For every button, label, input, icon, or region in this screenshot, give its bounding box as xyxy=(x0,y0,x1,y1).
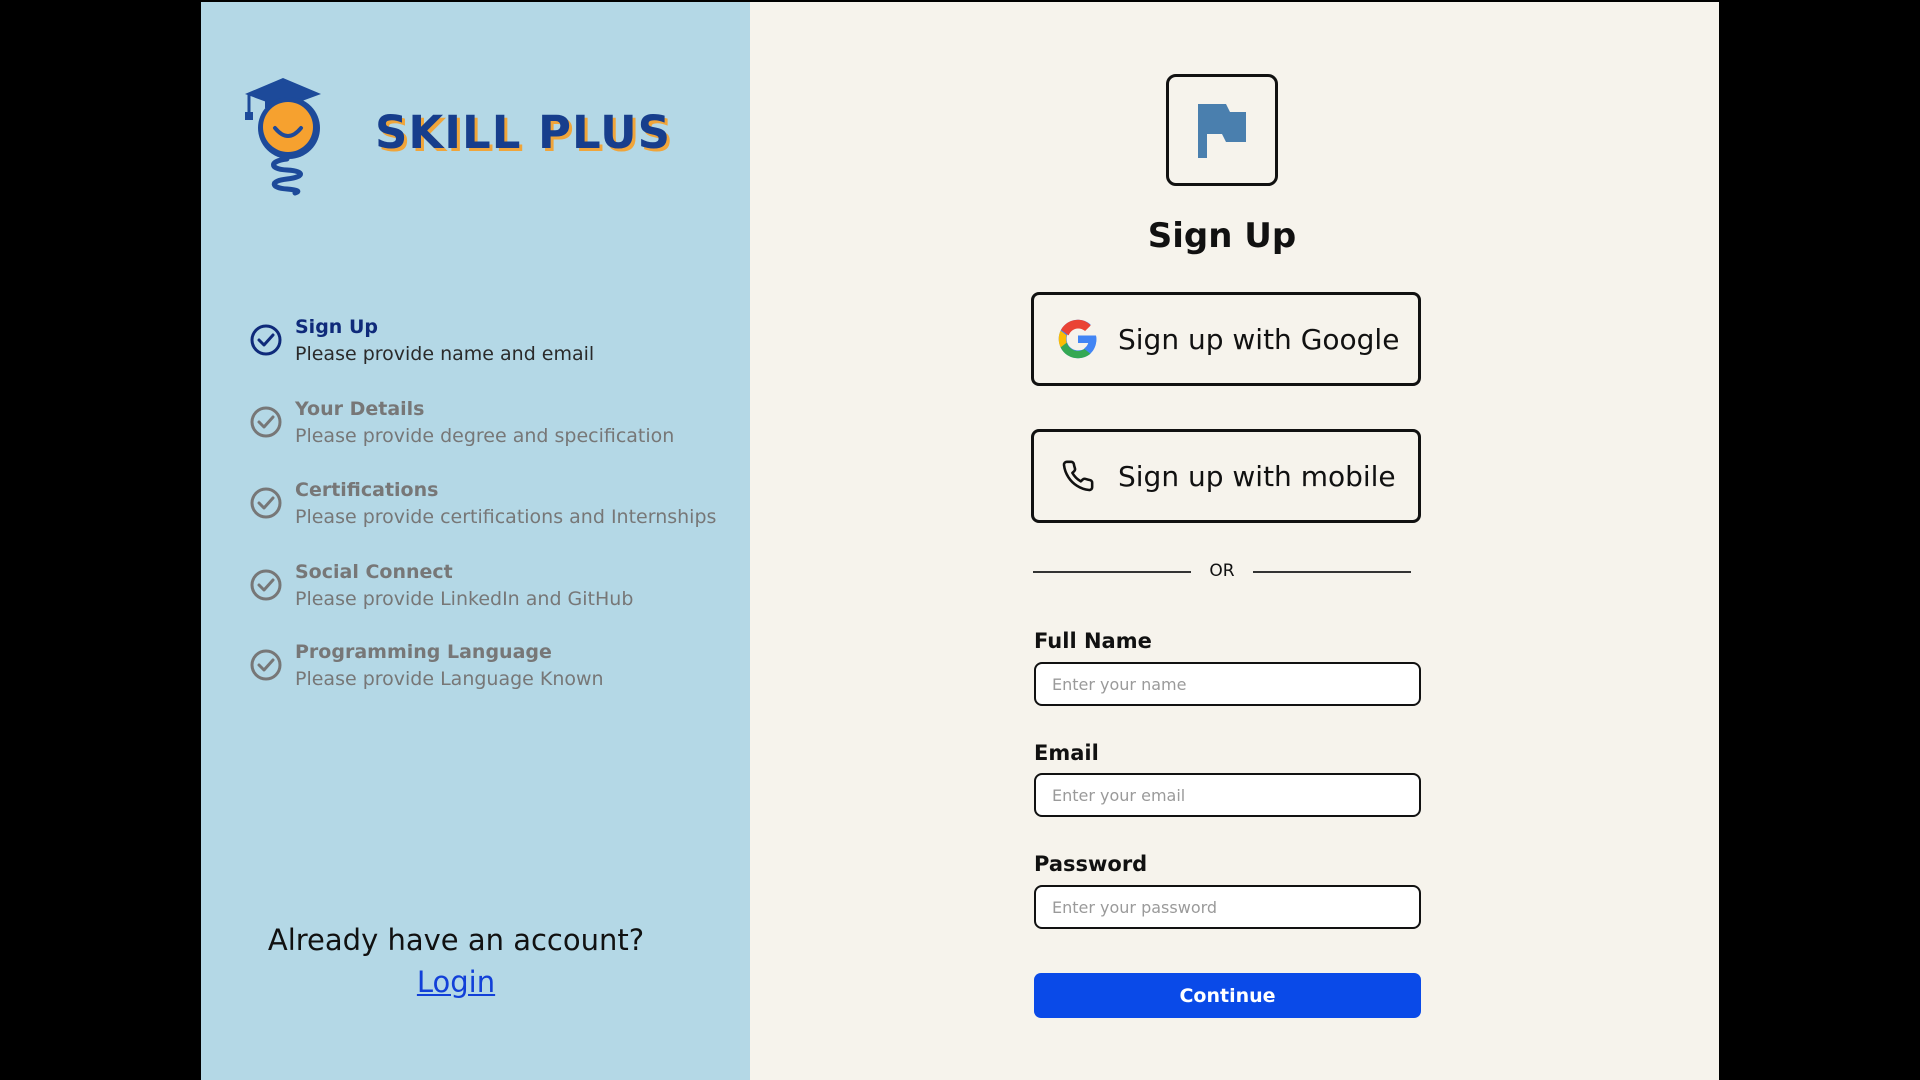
step-title: Programming Language xyxy=(295,641,552,663)
google-signup-button[interactable]: Sign up with Google xyxy=(1031,292,1421,386)
continue-button[interactable]: Continue xyxy=(1034,973,1421,1018)
account-prompt: Already have an account? xyxy=(267,923,645,957)
divider-line xyxy=(1253,571,1411,573)
step-subtitle: Please provide LinkedIn and GitHub xyxy=(295,588,634,610)
or-divider: OR xyxy=(1033,559,1411,585)
step-subtitle: Please provide degree and specification xyxy=(295,425,675,447)
password-label: Password xyxy=(1034,852,1148,876)
check-circle-icon xyxy=(250,487,282,519)
email-label: Email xyxy=(1034,741,1099,765)
email-input[interactable] xyxy=(1034,773,1421,817)
onboarding-sidebar: SKILL PLUS Sign Up Please provide name a… xyxy=(201,2,750,1080)
password-input[interactable] xyxy=(1034,885,1421,929)
step-title: Social Connect xyxy=(295,561,453,583)
page-title: Sign Up xyxy=(1147,216,1297,256)
flag-badge xyxy=(1166,74,1278,186)
step-title: Sign Up xyxy=(295,316,378,338)
brand-name: SKILL PLUS xyxy=(375,106,672,159)
login-link[interactable]: Login xyxy=(201,965,711,999)
flag-icon xyxy=(1198,104,1246,158)
mobile-signup-button[interactable]: Sign up with mobile xyxy=(1031,429,1421,523)
check-circle-icon xyxy=(250,324,282,356)
step-subtitle: Please provide name and email xyxy=(295,343,595,365)
signup-form-panel: Sign Up Sign up with Google Sign up with xyxy=(750,2,1719,1080)
step-title: Certifications xyxy=(295,479,439,501)
step-programming-language[interactable]: Programming Language Please provide Lang… xyxy=(249,639,604,693)
app-frame: SKILL PLUS Sign Up Please provide name a… xyxy=(201,0,1719,1080)
step-your-details[interactable]: Your Details Please provide degree and s… xyxy=(249,396,674,450)
mobile-signup-label: Sign up with mobile xyxy=(1118,459,1396,493)
step-social-connect[interactable]: Social Connect Please provide LinkedIn a… xyxy=(249,559,633,613)
phone-icon xyxy=(1056,454,1100,498)
step-subtitle: Please provide certifications and Intern… xyxy=(295,506,717,528)
full-name-input[interactable] xyxy=(1034,662,1421,706)
check-circle-icon xyxy=(250,569,282,601)
full-name-label: Full Name xyxy=(1034,629,1152,653)
check-circle-icon xyxy=(250,649,282,681)
or-label: OR xyxy=(1209,561,1235,581)
divider-line xyxy=(1033,571,1191,573)
graduation-bulb-logo xyxy=(245,78,321,196)
google-icon xyxy=(1056,317,1100,361)
step-title: Your Details xyxy=(295,398,425,420)
check-circle-icon xyxy=(250,406,282,438)
step-sign-up[interactable]: Sign Up Please provide name and email xyxy=(249,314,594,368)
google-signup-label: Sign up with Google xyxy=(1118,322,1400,356)
step-certifications[interactable]: Certifications Please provide certificat… xyxy=(249,477,716,531)
step-subtitle: Please provide Language Known xyxy=(295,668,604,690)
